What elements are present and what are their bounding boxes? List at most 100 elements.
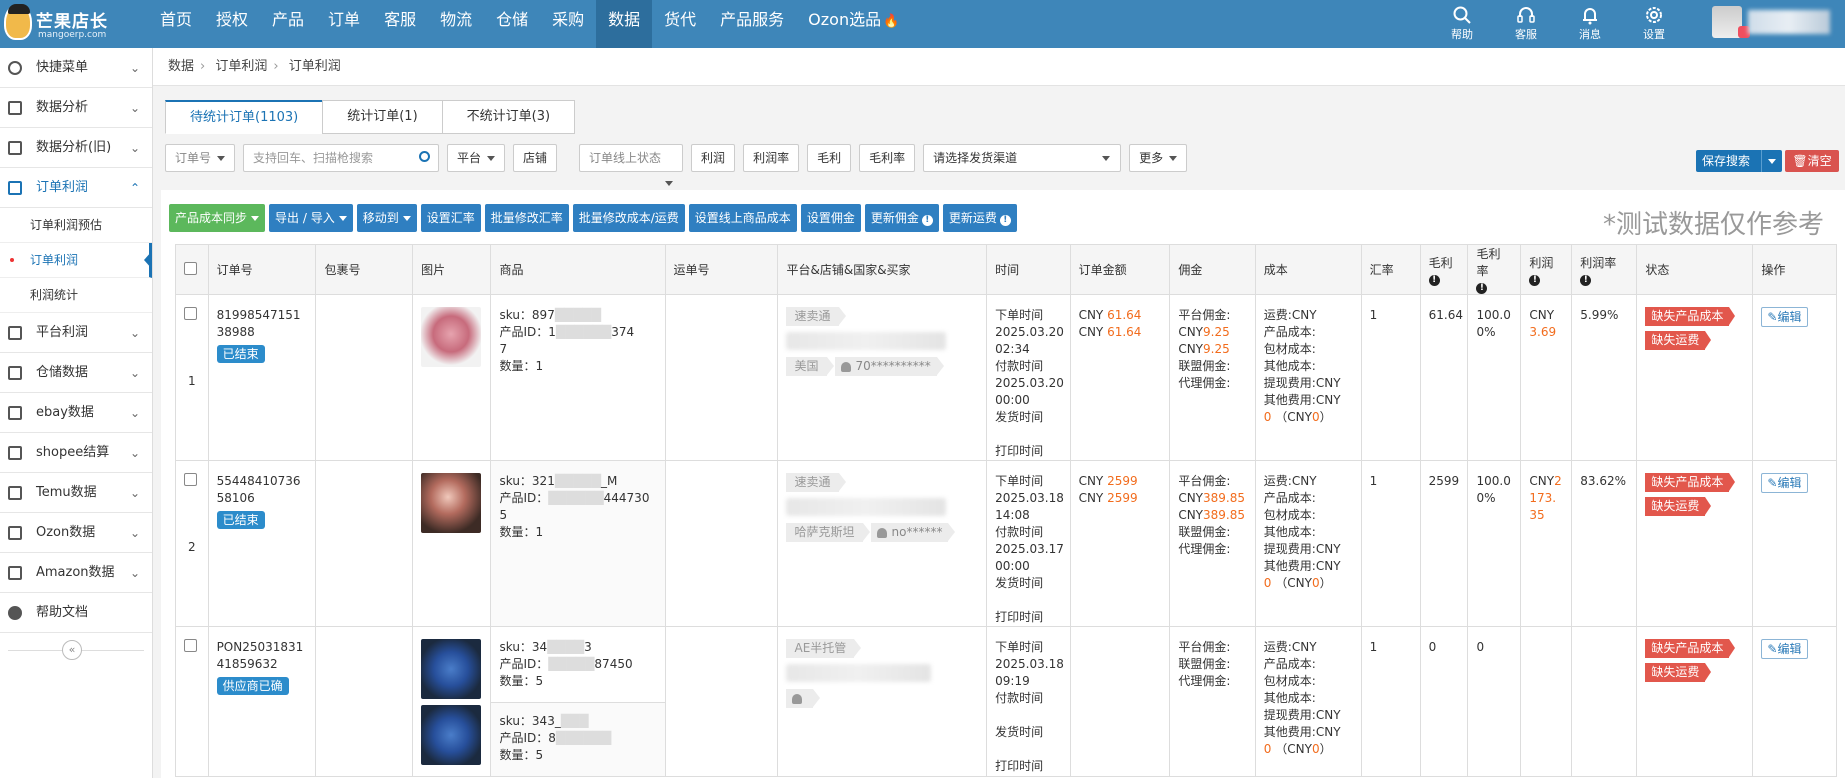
missing-cost-tag: 缺失产品成本 bbox=[1645, 639, 1736, 658]
batch-cost-button[interactable]: 批量修改成本/运费 bbox=[572, 204, 685, 232]
row-checkbox[interactable] bbox=[184, 307, 197, 320]
nav-logistics[interactable]: 物流 bbox=[428, 0, 484, 48]
update-commission-button[interactable]: 更新佣金! bbox=[864, 204, 939, 232]
help-button[interactable]: 帮助 bbox=[1430, 0, 1494, 48]
sidebar-item-label: 数据分析(旧) bbox=[36, 140, 112, 155]
product-thumbnail[interactable] bbox=[421, 639, 482, 699]
table-row: 2 5544841073658106 已结束 sku：321█████_M 产品I… bbox=[175, 460, 1837, 627]
table-row: 1 8199854715138988 已结束 sku：897█████ 产品ID：… bbox=[175, 294, 1837, 461]
image-cell bbox=[412, 626, 492, 777]
update-freight-button[interactable]: 更新运费! bbox=[942, 204, 1017, 232]
store-button[interactable]: 店铺 bbox=[513, 144, 558, 172]
sidebar-item-data-analysis[interactable]: 数据分析 ⌄ bbox=[0, 88, 152, 128]
message-button[interactable]: 消息 bbox=[1558, 0, 1622, 48]
row-checkbox[interactable] bbox=[184, 473, 197, 486]
search-input[interactable]: 支持回车、扫描枪搜索 bbox=[243, 144, 440, 172]
user-name-blurred[interactable] bbox=[1748, 10, 1830, 34]
move-to-button[interactable]: 移动到 bbox=[356, 204, 417, 232]
sidebar-item-amazon-data[interactable]: Amazon数据 ⌄ bbox=[0, 553, 152, 593]
caret-down-icon bbox=[402, 216, 411, 221]
product-thumbnail[interactable] bbox=[421, 473, 482, 533]
product-id-tail: 374 bbox=[611, 325, 635, 339]
nav-product-service[interactable]: 产品服务 bbox=[708, 0, 796, 48]
order-no-select[interactable]: 订单号 bbox=[165, 144, 236, 172]
more-filters-button[interactable]: 更多 bbox=[1129, 144, 1188, 172]
service-button[interactable]: 客服 bbox=[1494, 0, 1558, 48]
clear-label: 清空 bbox=[1807, 154, 1832, 168]
sidebar-item-warehouse-data[interactable]: 仓储数据 ⌄ bbox=[0, 353, 152, 393]
collapse-sidebar-button[interactable]: « bbox=[62, 640, 82, 660]
logo[interactable]: 芒果店长 mangoerp.com bbox=[4, 4, 124, 44]
order-status-badge: 已结束 bbox=[216, 511, 265, 529]
export-import-button[interactable]: 导出 / 导入 bbox=[269, 204, 353, 232]
nav-order[interactable]: 订单 bbox=[316, 0, 372, 48]
cost-line: 产品成本: bbox=[1263, 325, 1316, 339]
tab-counted[interactable]: 统计订单(1) bbox=[322, 100, 443, 134]
gross-rate-sort-button[interactable]: 毛利率 bbox=[859, 144, 916, 172]
chevron-down-icon: ⌄ bbox=[129, 101, 140, 115]
breadcrumb-item[interactable]: 订单利润 bbox=[215, 59, 267, 74]
nav-home[interactable]: 首页 bbox=[148, 0, 204, 48]
info-icon[interactable]: ! bbox=[1476, 283, 1488, 294]
time-cell: 下单时间 2025.03.20 02:34 付款时间 2025.03.20 00:00 … bbox=[986, 294, 1071, 461]
sidebar-item-temu-data[interactable]: Temu数据 ⌄ bbox=[0, 473, 152, 513]
product-thumbnail[interactable] bbox=[421, 307, 482, 367]
sidebar-sub-profit-estimate[interactable]: 订单利润预估 bbox=[0, 208, 152, 243]
tab-pending[interactable]: 待统计订单(1103) bbox=[165, 100, 324, 134]
sidebar-item-data-analysis-old[interactable]: 数据分析(旧) ⌄ bbox=[0, 128, 152, 168]
product-id-wrap: 7 bbox=[499, 342, 508, 356]
sidebar-item-order-profit[interactable]: 订单利润 ⌃ bbox=[0, 168, 152, 208]
col-image: 图片 bbox=[412, 244, 492, 295]
sync-cost-button[interactable]: 产品成本同步 bbox=[169, 204, 266, 232]
edit-button[interactable]: ✎编辑 bbox=[1761, 307, 1808, 327]
platform-select[interactable]: 平台 bbox=[447, 144, 506, 172]
batch-rate-button[interactable]: 批量修改汇率 bbox=[484, 204, 569, 232]
row-checkbox[interactable] bbox=[184, 639, 197, 652]
set-commission-button[interactable]: 设置佣金 bbox=[800, 204, 861, 232]
currency: CNY bbox=[1078, 325, 1108, 339]
gross-sort-button[interactable]: 毛利 bbox=[807, 144, 852, 172]
online-cost-button[interactable]: 设置线上商品成本 bbox=[688, 204, 797, 232]
nav-data[interactable]: 数据 bbox=[596, 0, 653, 48]
sidebar-item-quick-menu[interactable]: 快捷菜单 ⌄ bbox=[0, 48, 152, 88]
report-icon bbox=[8, 526, 22, 540]
sidebar-item-platform-profit[interactable]: 平台利润 ⌄ bbox=[0, 313, 152, 353]
sidebar-item-help-docs[interactable]: 帮助文档 bbox=[0, 593, 152, 633]
info-icon[interactable]: ! bbox=[1529, 274, 1541, 286]
select-all-checkbox[interactable] bbox=[184, 261, 197, 275]
info-icon[interactable]: ! bbox=[1428, 274, 1440, 286]
settings-button[interactable]: 设置 bbox=[1622, 0, 1686, 48]
order-no[interactable]: 8199854715138988 bbox=[217, 307, 308, 341]
clear-button[interactable]: 🗑清空 bbox=[1785, 150, 1839, 172]
shipping-channel-select[interactable]: 请选择发货渠道 bbox=[923, 144, 1122, 172]
nav-forwarder[interactable]: 货代 bbox=[652, 0, 708, 48]
nav-product[interactable]: 产品 bbox=[260, 0, 316, 48]
sidebar-sub-order-profit[interactable]: 订单利润 bbox=[0, 243, 152, 278]
chevron-down-icon: ⌄ bbox=[129, 566, 140, 580]
save-search-button[interactable]: 保存搜索 bbox=[1696, 150, 1782, 172]
nav-purchase[interactable]: 采购 bbox=[540, 0, 596, 48]
order-no[interactable]: 5544841073658106 bbox=[217, 473, 308, 507]
sidebar-item-ebay-data[interactable]: ebay数据 ⌄ bbox=[0, 393, 152, 433]
gear-icon bbox=[1646, 7, 1662, 23]
info-icon[interactable]: ! bbox=[1580, 274, 1592, 286]
tab-not-counted[interactable]: 不统计订单(3) bbox=[441, 100, 576, 134]
breadcrumb-item[interactable]: 数据 bbox=[168, 59, 194, 74]
profit-rate-sort-button[interactable]: 利润率 bbox=[743, 144, 800, 172]
set-rate-button[interactable]: 设置汇率 bbox=[420, 204, 481, 232]
nav-warehouse[interactable]: 仓储 bbox=[484, 0, 540, 48]
sidebar-item-ozon-data[interactable]: Ozon数据 ⌄ bbox=[0, 513, 152, 553]
nav-ozon-select[interactable]: Ozon选品 🔥 bbox=[796, 0, 911, 48]
gross-rate-cell: 100.0 0% bbox=[1467, 294, 1522, 461]
edit-button[interactable]: ✎编辑 bbox=[1761, 639, 1808, 659]
sidebar-sub-profit-stats[interactable]: 利润统计 bbox=[0, 278, 152, 313]
profit-sort-button[interactable]: 利润 bbox=[691, 144, 736, 172]
gross-rate-cell: 100.0 0% bbox=[1467, 460, 1522, 627]
order-no[interactable]: PON2503183141859632 bbox=[217, 639, 308, 673]
nav-auth[interactable]: 授权 bbox=[204, 0, 260, 48]
product-thumbnail[interactable] bbox=[421, 705, 482, 765]
edit-button[interactable]: ✎编辑 bbox=[1761, 473, 1808, 493]
sidebar-item-shopee-settlement[interactable]: shopee结算 ⌄ bbox=[0, 433, 152, 473]
order-status-select[interactable]: 订单线上状态 bbox=[579, 144, 684, 186]
nav-service[interactable]: 客服 bbox=[372, 0, 428, 48]
